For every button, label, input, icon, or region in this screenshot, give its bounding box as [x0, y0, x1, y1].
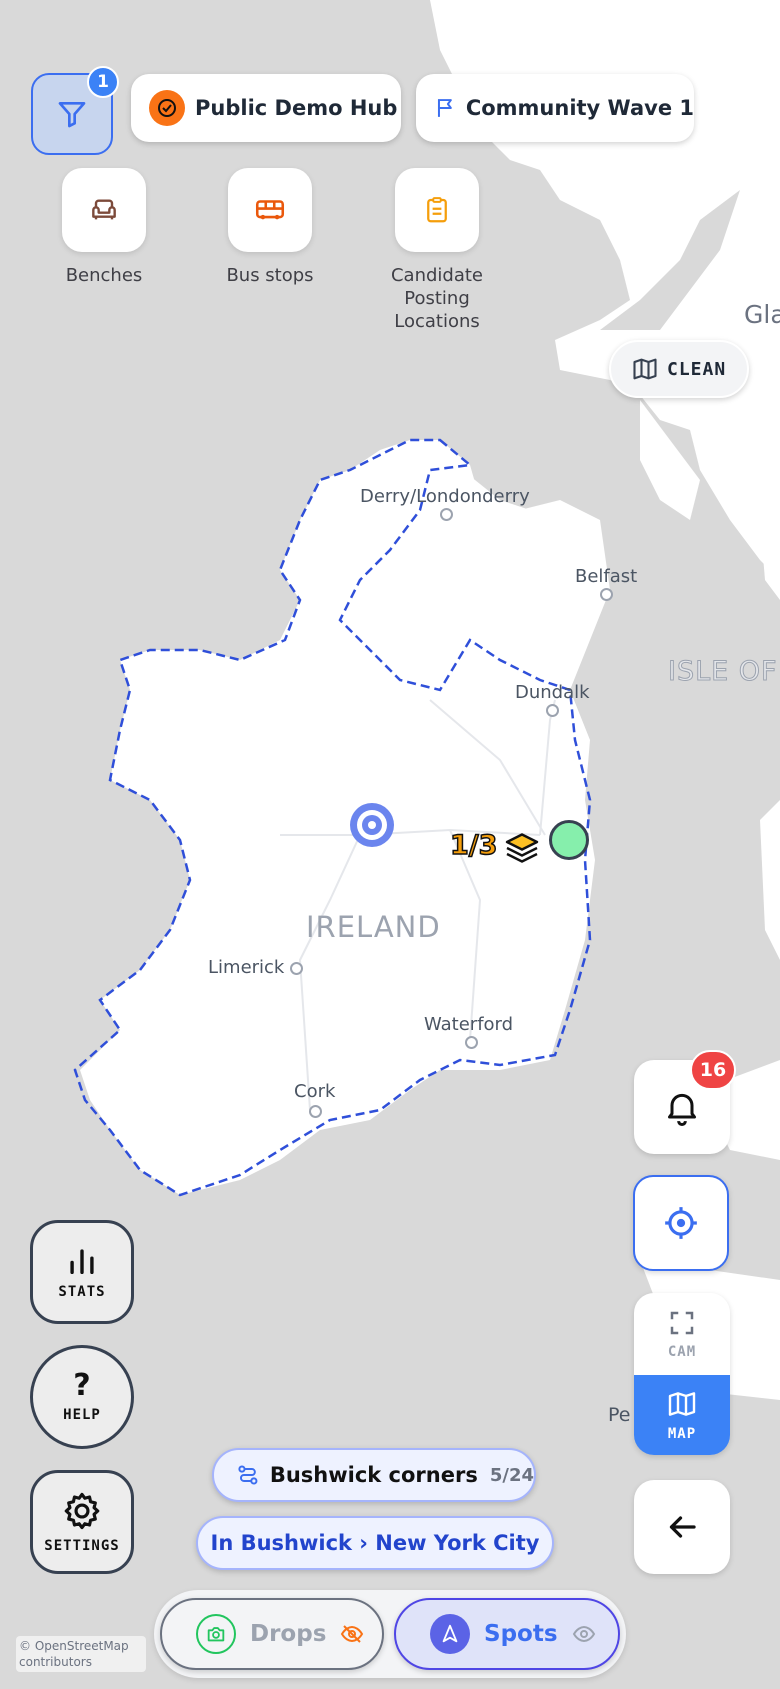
candidate-locations-layer-button[interactable]: [395, 168, 479, 252]
city-label-cork: Cork: [294, 1081, 336, 1102]
sea-label: ISLE OF: [668, 656, 778, 688]
bus-icon: [255, 200, 285, 220]
bus-stops-layer-button[interactable]: [228, 168, 312, 252]
city-label-waterford: Waterford: [424, 1014, 514, 1035]
flag-icon: [437, 99, 452, 117]
benches-layer-label: Benches: [65, 265, 143, 286]
clipboard-icon: [427, 197, 447, 223]
tab-spots-label: Spots: [484, 1621, 558, 1647]
settings-button[interactable]: SETTINGS: [30, 1470, 134, 1574]
location-chip[interactable]: In Bushwick › New York City: [196, 1516, 554, 1570]
map-style-label: CLEAN: [667, 358, 727, 380]
target-marker[interactable]: [350, 803, 394, 847]
city-dot-belfast: [600, 588, 613, 601]
map-fold-icon: [668, 1392, 696, 1416]
map-style-button[interactable]: CLEAN: [609, 340, 749, 398]
cam-label: CAM: [667, 1344, 697, 1360]
arrow-left-icon: [669, 1516, 696, 1538]
city-dot-derry: [440, 508, 453, 521]
back-button[interactable]: [634, 1480, 730, 1574]
layers-icon[interactable]: [504, 830, 540, 866]
city-dot-cork: [309, 1105, 322, 1118]
city-dot-waterford: [465, 1036, 478, 1049]
tab-drops-label: Drops: [250, 1621, 327, 1647]
hub-chip-label: Public Demo Hub: [195, 96, 398, 120]
help-button[interactable]: ? HELP: [30, 1345, 134, 1449]
hub-chip[interactable]: Public Demo Hub: [131, 74, 401, 142]
navigation-icon: [430, 1614, 470, 1654]
edge-label-pe: Pe: [608, 1404, 631, 1426]
map-label: MAP: [667, 1426, 697, 1442]
map-attribution[interactable]: © OpenStreetMap contributors: [16, 1636, 146, 1672]
crosshair-icon: [665, 1207, 697, 1239]
map-view-button[interactable]: MAP: [634, 1375, 730, 1455]
scan-frame-icon: [670, 1311, 694, 1335]
camera-icon: [196, 1614, 236, 1654]
city-label-derry: Derry/Londonderry: [360, 486, 530, 507]
stats-label: STATS: [58, 1284, 106, 1300]
eye-off-icon: [341, 1625, 364, 1643]
tab-drops[interactable]: Drops: [160, 1598, 384, 1670]
question-icon: ?: [73, 1368, 91, 1403]
city-label-belfast: Belfast: [575, 566, 638, 587]
notifications-badge: 16: [690, 1050, 736, 1090]
wave-chip-label: Community Wave 1: [465, 96, 694, 120]
route-icon: [238, 1465, 258, 1485]
wave-chip[interactable]: Community Wave 1: [416, 74, 694, 142]
armchair-icon: [92, 199, 116, 220]
view-toggle: CAM MAP: [634, 1293, 730, 1455]
gear-icon: [64, 1492, 100, 1530]
bus-stops-layer-label: Bus stops: [226, 265, 314, 286]
tab-spots[interactable]: Spots: [394, 1598, 620, 1670]
map-icon: [633, 358, 657, 380]
bell-icon: [668, 1093, 696, 1126]
cam-view-button[interactable]: CAM: [634, 1293, 730, 1375]
candidate-locations-layer-label: Candidate Posting Locations: [390, 265, 484, 332]
settings-label: SETTINGS: [44, 1538, 120, 1554]
green-spot-marker[interactable]: [549, 820, 589, 860]
locate-me-button[interactable]: [633, 1175, 729, 1271]
route-progress: 5/24: [489, 1464, 534, 1486]
city-dot-dundalk: [546, 704, 559, 717]
bar-chart-icon: [70, 1249, 94, 1275]
country-label: IRELAND: [306, 910, 441, 944]
route-chip[interactable]: Bushwick corners 5/24: [212, 1448, 536, 1502]
edge-label-glasgow: Gla: [744, 300, 780, 329]
city-label-limerick: Limerick: [208, 957, 285, 978]
city-dot-limerick: [290, 962, 303, 975]
filter-count-badge: 1: [87, 66, 119, 98]
check-circle-icon: [149, 90, 185, 126]
eye-icon: [572, 1625, 595, 1643]
city-label-dundalk: Dundalk: [515, 682, 590, 703]
cluster-count[interactable]: 1/3: [449, 829, 498, 862]
route-name: Bushwick corners: [269, 1463, 478, 1487]
benches-layer-button[interactable]: [62, 168, 146, 252]
location-text: In Bushwick › New York City: [210, 1531, 540, 1555]
filter-icon: [58, 102, 86, 128]
stats-button[interactable]: STATS: [30, 1220, 134, 1324]
help-label: HELP: [63, 1407, 101, 1423]
